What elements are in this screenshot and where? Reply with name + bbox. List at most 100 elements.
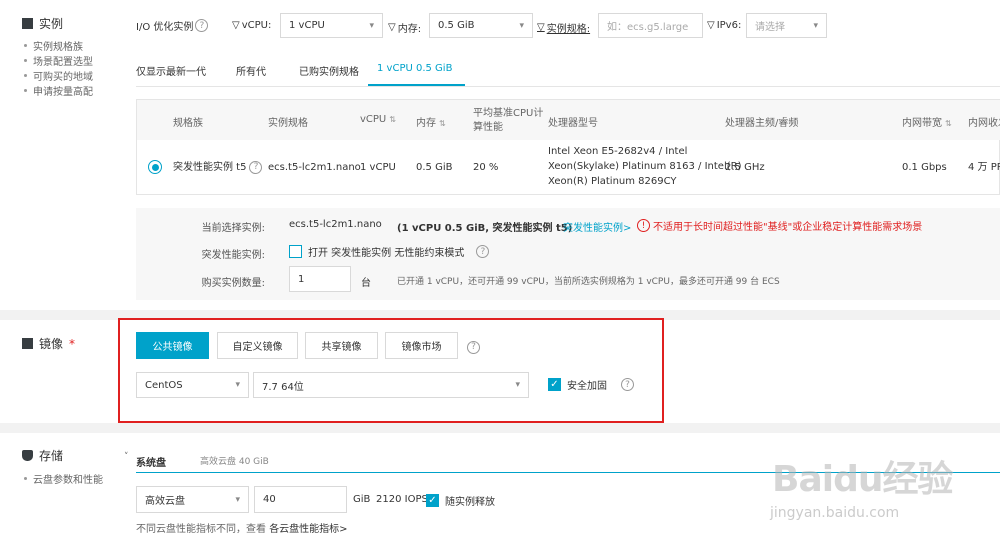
- current-instance-label: 当前选择实例:: [201, 223, 265, 234]
- burst-mode-label: 突发性能实例:: [201, 250, 265, 261]
- cell-spec: ecs.t5-lc2m1.nano: [268, 162, 361, 173]
- section-divider: [0, 423, 1000, 433]
- storage-icon: [22, 450, 33, 461]
- col-bandwidth[interactable]: 内网带宽 ⇅: [902, 114, 952, 129]
- image-icon: [22, 338, 33, 349]
- security-hardening-option[interactable]: ✓ 安全加固 ?: [548, 377, 634, 392]
- io-optimized-label: I/O 优化实例 ?: [136, 18, 209, 33]
- side-link-region[interactable]: 可购买的地域: [24, 68, 93, 83]
- tab-divider: [136, 86, 1000, 87]
- chevron-down-icon: ▾: [519, 20, 524, 31]
- disk-size-input[interactable]: 40: [254, 486, 347, 513]
- side-link-disk-performance[interactable]: 云盘参数和性能: [24, 471, 103, 486]
- col-pps[interactable]: 内网收发: [968, 114, 1000, 129]
- version-select[interactable]: 7.7 64位 ▾: [253, 372, 529, 398]
- release-with-instance-option[interactable]: ✓ 随实例释放: [426, 493, 495, 508]
- system-disk-meta: 高效云盘 40 GiB: [200, 457, 269, 467]
- cell-baseline: 20 %: [473, 162, 499, 173]
- cell-cpu-model: Intel Xeon E5-2682v4 / Intel Xeon(Skylak…: [548, 146, 742, 187]
- cell-memory: 0.5 GiB: [416, 162, 453, 173]
- vcpu-select[interactable]: 1 vCPU ▾: [280, 13, 383, 38]
- burst-mode-checkbox[interactable]: [289, 245, 302, 258]
- spec-filter-label: ▽ 实例规格:: [537, 22, 591, 35]
- help-icon[interactable]: ?: [467, 340, 480, 354]
- disk-type-select[interactable]: 高效云盘 ▾: [136, 486, 249, 513]
- chevron-down-icon: ▾: [369, 20, 374, 31]
- col-vcpu[interactable]: vCPU ⇅: [360, 114, 396, 125]
- os-select[interactable]: CentOS ▾: [136, 372, 249, 398]
- instance-warning: ! 不适用于长时间超过性能"基线"或企业稳定计算性能需求场景: [637, 218, 922, 233]
- help-icon[interactable]: ?: [249, 161, 263, 174]
- burst-instance-link[interactable]: 突发性能实例>: [563, 219, 631, 234]
- collapse-chevron-icon[interactable]: ˅: [124, 452, 129, 462]
- warning-icon: !: [637, 219, 650, 232]
- disk-size-unit: GiB: [353, 494, 371, 505]
- release-checkbox[interactable]: ✓: [426, 494, 439, 507]
- memory-select[interactable]: 0.5 GiB ▾: [429, 13, 533, 38]
- instance-side-links: 实例规格族 场景配置选型 可购买的地域 申请按量高配: [24, 38, 93, 98]
- disk-performance-link[interactable]: 各云盘性能指标>: [269, 524, 347, 535]
- security-checkbox[interactable]: ✓: [548, 378, 561, 391]
- col-baseline: 平均基准CPU计 算性能: [473, 108, 544, 133]
- current-instance-spec: ecs.t5-lc2m1.nano: [289, 219, 382, 230]
- image-section-title: 镜像 *: [22, 335, 75, 352]
- sort-icon: ⇅: [389, 115, 396, 124]
- disk-performance-note: 不同云盘性能指标不同，查看 各云盘性能指标>: [136, 524, 348, 535]
- col-spec: 实例规格: [268, 118, 308, 129]
- image-market-button[interactable]: 镜像市场: [385, 332, 458, 359]
- help-icon[interactable]: ?: [621, 378, 634, 391]
- col-family: 规格族: [173, 118, 203, 129]
- storage-side-links: 云盘参数和性能: [24, 471, 103, 486]
- filter-icon: ▽: [537, 22, 545, 33]
- watermark-logo: Baidu经验: [772, 459, 953, 500]
- instance-section-title: 实例: [22, 15, 63, 32]
- server-icon: [22, 18, 33, 29]
- cell-bandwidth: 0.1 Gbps: [902, 162, 947, 173]
- shared-image-button[interactable]: 共享镜像: [305, 332, 378, 359]
- col-memory[interactable]: 内存 ⇅: [416, 114, 446, 129]
- filter-icon: ▽: [707, 20, 715, 31]
- row-radio[interactable]: [148, 160, 162, 174]
- cell-pps: 4 万 PPS: [968, 162, 1000, 173]
- memory-filter-label: ▽ 内存:: [388, 22, 422, 35]
- cell-vcpu: 1 vCPU: [360, 162, 396, 173]
- vcpu-filter-label: ▽ vCPU:: [232, 20, 272, 31]
- tab-purchased[interactable]: 已购实例规格: [299, 63, 359, 78]
- active-tab-underline: [368, 84, 465, 86]
- system-disk-label: 系统盘: [136, 458, 166, 469]
- quantity-input[interactable]: 1: [289, 266, 351, 292]
- col-cpu-model: 处理器型号: [548, 118, 598, 129]
- side-link-apply[interactable]: 申请按量高配: [24, 83, 93, 98]
- tab-all-gen[interactable]: 所有代: [236, 63, 266, 78]
- side-link-family[interactable]: 实例规格族: [24, 38, 93, 53]
- help-icon[interactable]: ?: [195, 19, 209, 32]
- watermark-url: jingyan.baidu.com: [770, 505, 900, 521]
- sort-icon: ⇅: [439, 119, 446, 128]
- ipv6-filter-label: ▽ IPv6:: [707, 20, 742, 31]
- chevron-down-icon: ▾: [515, 380, 520, 390]
- chevron-down-icon: ▾: [235, 380, 240, 390]
- current-instance-detail: (1 vCPU 0.5 GiB, 突发性能实例 t5): [397, 223, 573, 234]
- disk-iops: 2120 IOPS: [376, 494, 428, 505]
- quantity-unit: 台: [361, 278, 371, 289]
- sort-icon: ⇅: [945, 119, 952, 128]
- tab-latest-gen[interactable]: 仅显示最新一代: [136, 63, 206, 78]
- ipv6-select[interactable]: 请选择 ▾: [746, 13, 827, 38]
- storage-section-title: 存储: [22, 447, 63, 464]
- quantity-label: 购买实例数量:: [201, 278, 265, 289]
- quota-note: 已开通 1 vCPU，还可开通 99 vCPU，当前所选实例规格为 1 vCPU…: [397, 277, 780, 287]
- burst-mode-option[interactable]: 打开 突发性能实例 无性能约束模式 ?: [289, 244, 490, 259]
- cell-frequency: 2.5 GHz: [725, 162, 765, 173]
- custom-image-button[interactable]: 自定义镜像: [217, 332, 298, 359]
- filter-icon: ▽: [388, 22, 396, 33]
- public-image-button[interactable]: 公共镜像: [136, 332, 209, 359]
- help-icon[interactable]: ?: [476, 245, 490, 258]
- chevron-down-icon: ▾: [813, 20, 818, 31]
- spec-search-input[interactable]: 如：ecs.g5.large: [598, 13, 703, 38]
- side-link-scene[interactable]: 场景配置选型: [24, 53, 93, 68]
- filter-icon: ▽: [232, 20, 240, 31]
- tab-filter-result[interactable]: 1 vCPU 0.5 GiB: [377, 63, 452, 74]
- cell-family: 突发性能实例 t5?: [173, 160, 263, 175]
- chevron-down-icon: ▾: [235, 494, 240, 505]
- radio-dot: [151, 163, 159, 171]
